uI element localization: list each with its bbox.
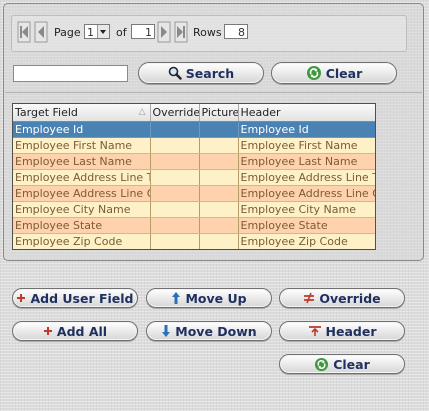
sort-arrow-icon: △ <box>138 107 146 117</box>
header-cell[interactable]: Employee Address Line One <box>238 185 375 202</box>
picture-cell[interactable] <box>199 137 239 154</box>
plus-icon <box>43 326 53 336</box>
rows-per-page-field[interactable]: 8 <box>224 24 248 39</box>
search-button[interactable]: Search <box>138 62 264 84</box>
picture-cell[interactable] <box>199 217 239 234</box>
move-down-button[interactable]: Move Down <box>146 321 272 341</box>
grid-header-row: Target Field △ Override Picture Header <box>13 104 375 122</box>
picture-cell[interactable] <box>199 121 239 138</box>
picture-cell[interactable] <box>199 201 239 218</box>
page-label: Page <box>54 26 81 39</box>
override-cell[interactable] <box>150 217 200 234</box>
column-header-target-field[interactable]: Target Field △ <box>13 104 151 122</box>
search-input[interactable] <box>13 65 128 82</box>
header-cell[interactable]: Employee Address Line Two <box>238 169 375 186</box>
header-cell[interactable]: Employee City Name <box>238 201 375 218</box>
move-up-label: Move Up <box>185 290 247 306</box>
page-select-value: 1 <box>87 26 94 39</box>
target-field-cell: Employee Last Name <box>13 153 151 170</box>
target-field-cell: Employee City Name <box>13 201 151 218</box>
table-row[interactable]: Employee Address Line One Employee Addre… <box>13 185 375 202</box>
header-cell[interactable]: Employee Last Name <box>238 153 375 170</box>
table-row[interactable]: Employee Zip Code Employee Zip Code <box>13 233 375 249</box>
target-field-cell: Employee First Name <box>13 137 151 154</box>
divider <box>5 92 422 93</box>
previous-page-icon[interactable] <box>34 21 48 43</box>
add-user-field-button[interactable]: Add User Field <box>12 288 138 308</box>
magnifier-icon <box>168 66 182 80</box>
add-user-field-label: Add User Field <box>30 290 134 306</box>
table-row[interactable]: Employee First Name Employee First Name <box>13 137 375 154</box>
add-all-button[interactable]: Add All <box>12 321 138 341</box>
arrow-down-icon <box>161 324 171 338</box>
of-label: of <box>116 26 127 39</box>
column-header-picture[interactable]: Picture <box>199 104 239 122</box>
header-cell[interactable]: Employee State <box>238 217 375 234</box>
override-cell[interactable] <box>150 121 200 138</box>
override-label: Override <box>319 290 381 306</box>
column-header-header[interactable]: Header <box>238 104 375 122</box>
total-pages-field: 1 <box>131 24 155 39</box>
arrow-up-icon <box>171 291 181 305</box>
override-cell[interactable] <box>150 153 200 170</box>
move-up-button[interactable]: Move Up <box>146 288 272 308</box>
next-page-icon[interactable] <box>157 21 171 43</box>
clear-button[interactable]: Clear <box>279 354 405 374</box>
picture-cell[interactable] <box>199 169 239 186</box>
pager-toolbar: Page 1 of 1 Rows 8 <box>11 15 407 52</box>
table-row[interactable]: Employee State Employee State <box>13 217 375 234</box>
target-field-cell: Employee Address Line One <box>13 185 151 202</box>
chevron-down-icon[interactable] <box>97 25 109 38</box>
move-down-label: Move Down <box>175 323 257 339</box>
clear-search-button-label: Clear <box>325 65 363 81</box>
picture-cell[interactable] <box>199 153 239 170</box>
header-cell[interactable]: Employee Zip Code <box>238 233 375 249</box>
field-mapping-grid: Target Field △ Override Picture Header Em… <box>12 103 376 250</box>
table-row[interactable]: Employee Address Line Two Employee Addre… <box>13 169 375 186</box>
column-header-override[interactable]: Override <box>150 104 200 122</box>
target-field-cell: Employee State <box>13 217 151 234</box>
search-button-label: Search <box>185 65 235 81</box>
first-page-icon[interactable] <box>17 21 31 43</box>
target-field-cell: Employee Id <box>13 121 151 138</box>
rows-label: Rows <box>193 26 222 39</box>
override-cell[interactable] <box>150 185 200 202</box>
override-cell[interactable] <box>150 233 200 249</box>
recycle-icon <box>314 357 329 372</box>
plus-icon <box>16 293 26 303</box>
header-cell[interactable]: Employee Id <box>238 121 375 138</box>
header-button[interactable]: Header <box>279 321 405 341</box>
override-cell[interactable] <box>150 137 200 154</box>
picture-cell[interactable] <box>199 233 239 249</box>
not-equal-icon <box>303 292 315 304</box>
header-icon <box>308 325 322 337</box>
picture-cell[interactable] <box>199 185 239 202</box>
override-cell[interactable] <box>150 201 200 218</box>
override-cell[interactable] <box>150 169 200 186</box>
clear-search-button[interactable]: Clear <box>271 62 397 84</box>
table-row[interactable]: Employee City Name Employee City Name <box>13 201 375 218</box>
page-select[interactable]: 1 <box>84 24 110 39</box>
add-all-label: Add All <box>56 323 108 339</box>
table-row[interactable]: Employee Last Name Employee Last Name <box>13 153 375 170</box>
target-field-cell: Employee Address Line Two <box>13 169 151 186</box>
table-row[interactable]: Employee Id Employee Id <box>13 121 375 138</box>
recycle-icon <box>306 65 322 81</box>
header-label: Header <box>325 323 377 339</box>
header-cell[interactable]: Employee First Name <box>238 137 375 154</box>
target-field-cell: Employee Zip Code <box>13 233 151 249</box>
clear-button-label: Clear <box>333 356 370 372</box>
override-button[interactable]: Override <box>279 288 405 308</box>
last-page-icon[interactable] <box>174 21 188 43</box>
